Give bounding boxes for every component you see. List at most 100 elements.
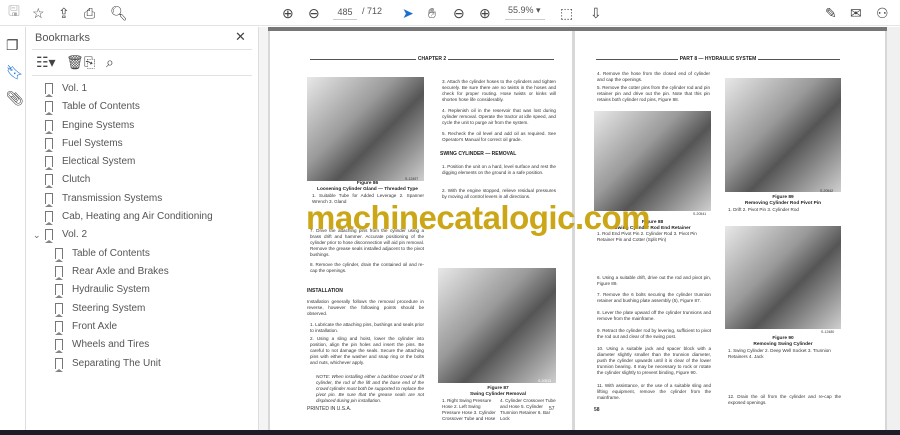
bookmark-icon — [55, 302, 63, 317]
bookmark-item[interactable]: Separating The Unit — [55, 355, 161, 372]
options-menu-icon[interactable]: ☷▾ — [36, 53, 56, 71]
pages-icon[interactable]: ❐ — [6, 36, 19, 54]
vertical-scrollbar[interactable] — [887, 27, 900, 430]
bookmark-label: Rear Axle and Brakes — [72, 265, 169, 277]
bookmark-item[interactable]: Table of Contents — [55, 245, 150, 262]
step-text: 9. Retract the cylinder rod by levering,… — [597, 328, 711, 339]
figure-code: S-20541 — [693, 212, 707, 216]
figure-code: S-20542 — [820, 189, 834, 193]
divider — [32, 49, 252, 50]
step-text: 8. Remove the cylinder, drain the contai… — [310, 262, 424, 273]
bookmark-icon — [45, 173, 53, 188]
figure-items: 1. Swing Cylinder 2. Deep Well Socket 3.… — [728, 348, 831, 359]
bookmark-item[interactable]: Rear Axle and Brakes — [55, 263, 169, 280]
star-icon[interactable]: ☆ — [32, 4, 45, 22]
close-icon[interactable]: ✕ — [235, 29, 246, 45]
figure-code: S-12480 — [821, 330, 835, 334]
figure-caption: Removing Swing Cylinder — [753, 341, 813, 347]
delete-icon[interactable]: 🗑︎ — [66, 53, 84, 71]
bookmark-label: Wheels and Tires — [72, 338, 150, 350]
zoom-out-icon[interactable]: ⊖ — [453, 4, 465, 22]
email-icon[interactable]: ✉ — [850, 4, 862, 22]
figure-code: S-20513 — [538, 379, 552, 383]
bookmark-label: Vol. 2 — [62, 228, 88, 240]
page-fit-icon[interactable]: ⬚ — [560, 4, 573, 22]
bookmark-item[interactable]: Transmission Systems — [45, 190, 163, 207]
bookmark-icon — [45, 155, 53, 170]
sign-icon[interactable]: ✎ — [825, 4, 837, 22]
figure-89-caption: Figure 89 Removing Cylinder Rod Pivot Pin — [725, 195, 841, 206]
toolbar: 🖫 ☆ ⇪ ⎙ 🔍︎ ⊕ ⊖ / 712 ➤ ✋︎ ⊖ ⊕ 55.9% ▾ ⬚ … — [0, 0, 900, 26]
step-text: 5. Remove the cotter pins from the cylin… — [597, 85, 710, 102]
figure-87-caption: Figure 87 Swing Cylinder Removal — [440, 386, 556, 397]
bookmark-label: Electical System — [62, 155, 136, 167]
figure-items: 4. Cylinder Crossover Tube and Hose 5. C… — [500, 398, 556, 421]
bookmark-item[interactable]: Wheels and Tires — [55, 336, 150, 353]
step-text: 4. Replenish oil in the reservoir that w… — [442, 108, 556, 125]
panel-title: Bookmarks — [35, 32, 91, 44]
bookmark-icon — [45, 100, 53, 115]
step-text: 10. Using a suitable jack and spacer blo… — [597, 346, 711, 375]
figure-caption: Loosening Cylinder Gland — Threaded Type — [317, 186, 418, 192]
bookmark-icon — [55, 265, 63, 280]
bookmark-label: Cab, Heating ang Air Conditioning — [62, 210, 213, 222]
bookmark-item[interactable]: Fuel Systems — [45, 135, 123, 152]
bookmark-icon — [55, 283, 63, 298]
page-number: 58 — [594, 407, 600, 413]
bookmark-icon — [55, 338, 63, 353]
page-down-icon[interactable]: ⊖ — [308, 4, 320, 22]
figure-items: 1. Drift 2. Pivot Pin 3. Cylinder Rod — [728, 207, 799, 212]
note-text: NOTE: When installing either a backhoe c… — [316, 374, 425, 403]
figure-88-photo — [594, 111, 711, 211]
save-icon[interactable]: 🖫 — [8, 3, 20, 22]
left-rail: ❐ 🔖︎ 📎︎ — [0, 27, 26, 430]
figure-89-photo — [725, 78, 841, 192]
bookmark-label: Hydraulic System — [72, 283, 150, 295]
bookmark-icon[interactable]: 🔖︎ — [6, 63, 24, 81]
bookmark-item[interactable]: Clutch — [45, 171, 91, 188]
print-icon[interactable]: ⎙ — [84, 4, 95, 22]
zoom-in-icon[interactable]: ⊕ — [479, 4, 491, 22]
find-icon[interactable]: 🔍︎ — [110, 4, 128, 22]
bookmark-label: Clutch — [62, 173, 91, 185]
bookmark-label: Fuel Systems — [62, 137, 123, 149]
bookmarks-panel: Bookmarks ✕ ☷▾ 🗑︎ ⎘ ⌕ Vol. 1 Table of Co… — [26, 27, 258, 430]
figure-items: 1. Right Swing Pressure Hose 2. Left Swi… — [442, 398, 496, 421]
page-total: / 712 — [362, 6, 383, 16]
page-up-icon[interactable]: ⊕ — [282, 4, 294, 22]
attachment-icon[interactable]: 📎︎ — [6, 89, 24, 107]
divider — [32, 75, 252, 76]
upload-icon[interactable]: ⇪ — [58, 4, 70, 22]
chevron-down-icon[interactable]: ⌄ — [33, 230, 41, 241]
bookmark-icon — [55, 320, 63, 335]
find-bookmark-icon[interactable]: ⌕ — [106, 53, 114, 71]
scroll-mode-icon[interactable]: ⇩ — [590, 4, 602, 22]
page-number-input[interactable] — [333, 5, 357, 20]
bookmark-item[interactable]: Cab, Heating ang Air Conditioning — [45, 208, 213, 225]
bookmark-icon — [55, 247, 63, 262]
bookmark-item[interactable]: Steering System — [55, 300, 145, 317]
hand-icon[interactable]: ✋︎ — [428, 4, 436, 22]
add-bookmark-icon[interactable]: ⎘ — [84, 53, 95, 71]
watermark: machinecatalogic.com — [306, 199, 650, 236]
step-text: 1. Position the unit on a hard, level su… — [442, 164, 556, 175]
select-cursor-icon[interactable]: ➤ — [402, 4, 414, 22]
page-footer: PRINTED IN U.S.A. — [307, 406, 352, 412]
section-heading: INSTALLATION — [307, 288, 343, 294]
bookmark-vol1[interactable]: Vol. 1 — [45, 80, 87, 97]
bookmark-icon — [45, 82, 53, 97]
bookmark-item[interactable]: Front Axle — [55, 318, 117, 335]
zoom-select[interactable]: 55.9% ▾ — [505, 5, 545, 20]
step-text: 1. Lubricate the attaching pins, bushing… — [310, 322, 424, 333]
bookmark-item[interactable]: Engine Systems — [45, 117, 134, 134]
bookmark-item[interactable]: Table of Contents — [45, 98, 140, 115]
panel-splitter[interactable] — [258, 27, 268, 430]
bookmark-item[interactable]: Hydraulic System — [55, 281, 150, 298]
bookmark-label: Transmission Systems — [62, 192, 163, 204]
bookmark-vol2[interactable]: Vol. 2 — [45, 226, 88, 243]
bookmark-item[interactable]: Electical System — [45, 153, 136, 170]
bookmark-icon — [45, 137, 53, 152]
paragraph: Installation generally follows the remov… — [307, 299, 424, 316]
account-icon[interactable]: ⚇ — [876, 4, 889, 22]
bookmark-label: Separating The Unit — [72, 357, 161, 369]
